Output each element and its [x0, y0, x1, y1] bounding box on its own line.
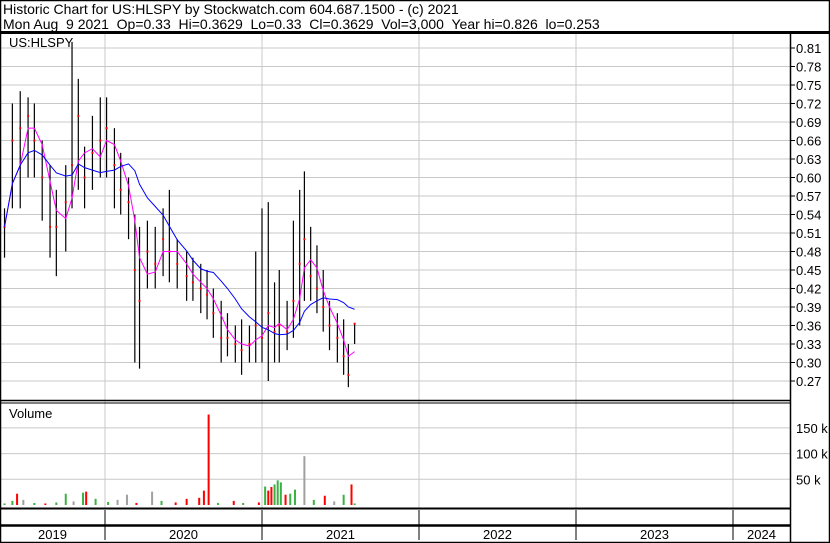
close-marker: [162, 238, 165, 241]
price-tick-label: 0.57: [796, 189, 821, 204]
close-marker: [119, 188, 122, 191]
price-tick-label: 0.51: [796, 226, 821, 241]
stock-chart-window: Historic Chart for US:HLSPY by Stockwatc…: [0, 0, 830, 543]
close-marker: [342, 355, 345, 358]
volume-tick-label: 100 k: [796, 447, 828, 462]
price-tick-label: 0.45: [796, 263, 821, 278]
close-marker: [127, 201, 130, 204]
close-marker: [292, 299, 295, 302]
price-tick-label: 0.72: [796, 97, 821, 112]
year-label: 2019: [38, 527, 67, 542]
close-marker: [298, 262, 301, 265]
close-marker: [336, 336, 339, 339]
close-marker: [303, 238, 306, 241]
year-label: 2021: [326, 527, 355, 542]
price-tick-label: 0.42: [796, 282, 821, 297]
close-marker: [105, 127, 108, 130]
year-label: 2024: [747, 527, 776, 542]
close-marker: [146, 250, 149, 253]
price-tick-label: 0.75: [796, 78, 821, 93]
close-marker: [309, 275, 312, 278]
close-marker: [113, 164, 116, 167]
price-tick-label: 0.60: [796, 171, 821, 186]
close-marker: [27, 114, 30, 117]
close-marker: [212, 312, 215, 315]
close-marker: [328, 324, 331, 327]
price-tick-label: 0.27: [796, 374, 821, 389]
close-marker: [33, 139, 36, 142]
close-marker: [11, 139, 14, 142]
close-marker: [77, 114, 80, 117]
close-marker: [206, 293, 209, 296]
volume-tick-label: 50 k: [796, 472, 821, 487]
price-tick-label: 0.36: [796, 319, 821, 334]
close-marker: [347, 373, 350, 376]
symbol-label: US:HLSPY: [9, 35, 74, 50]
close-marker: [273, 330, 276, 333]
close-marker: [353, 322, 356, 325]
close-marker: [176, 262, 179, 265]
close-marker: [83, 176, 86, 179]
close-marker: [254, 324, 257, 327]
close-marker: [261, 336, 263, 339]
price-tick-label: 0.39: [796, 300, 821, 315]
close-marker: [199, 287, 202, 290]
close-marker: [315, 287, 318, 290]
close-marker: [71, 164, 74, 167]
close-marker: [185, 275, 188, 278]
price-tick-label: 0.81: [796, 41, 821, 56]
volume-label: Volume: [9, 406, 52, 421]
price-tick-label: 0.78: [796, 60, 821, 75]
close-marker: [99, 139, 102, 142]
year-label: 2023: [640, 527, 669, 542]
close-marker: [226, 336, 229, 339]
close-marker: [267, 312, 270, 315]
close-marker: [191, 281, 194, 284]
close-marker: [19, 127, 22, 130]
close-marker: [154, 262, 157, 265]
close-marker: [41, 176, 44, 179]
price-tick-label: 0.54: [796, 208, 821, 223]
close-marker: [64, 201, 67, 204]
close-marker: [220, 336, 223, 339]
price-tick-label: 0.66: [796, 134, 821, 149]
price-tick-label: 0.63: [796, 152, 821, 167]
close-marker: [91, 151, 94, 154]
close-marker: [138, 299, 141, 302]
year-label: 2020: [169, 527, 198, 542]
price-tick-label: 0.48: [796, 245, 821, 260]
close-marker: [49, 225, 52, 228]
price-tick-label: 0.69: [796, 115, 821, 130]
volume-tick-label: 150 k: [796, 421, 828, 436]
close-marker: [278, 324, 281, 327]
close-marker: [286, 330, 289, 333]
close-marker: [55, 225, 58, 228]
close-marker: [133, 269, 136, 271]
price-tick-label: 0.30: [796, 356, 821, 371]
close-marker: [234, 343, 237, 345]
price-volume-chart: 0.81 0.78 0.75 0.72 0.69 0.66 0.63 0.60 0.57 0.54…: [0, 0, 830, 543]
close-marker: [240, 349, 243, 352]
price-tick-label: 0.33: [796, 337, 821, 352]
close-marker: [322, 306, 325, 308]
year-label: 2022: [483, 527, 512, 542]
chart-border: [0, 0, 830, 543]
